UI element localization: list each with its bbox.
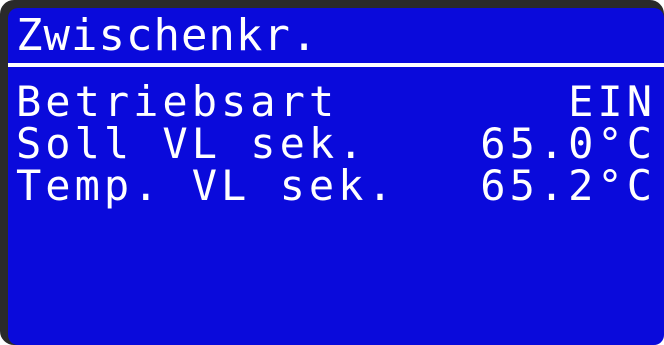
- row-betriebsart: Betriebsart EIN: [16, 80, 656, 124]
- row-soll-vl-sek: Soll VL sek. 65.0°C: [16, 122, 656, 166]
- row-label: Betriebsart: [16, 77, 339, 126]
- display-frame: Zwischenkr. Betriebsart EIN Soll VL sek.…: [0, 0, 664, 345]
- lcd-screen: Zwischenkr. Betriebsart EIN Soll VL sek.…: [8, 8, 664, 345]
- screen-title: Zwischenkr.: [16, 10, 319, 61]
- row-value: 65.2°C: [480, 161, 656, 210]
- row-label: Temp. VL sek.: [16, 161, 397, 210]
- row-value: 65.0°C: [480, 119, 656, 168]
- row-label: Soll VL sek.: [16, 119, 368, 168]
- title-underline: [8, 63, 664, 67]
- row-temp-vl-sek: Temp. VL sek. 65.2°C: [16, 164, 656, 208]
- row-value: EIN: [568, 77, 656, 126]
